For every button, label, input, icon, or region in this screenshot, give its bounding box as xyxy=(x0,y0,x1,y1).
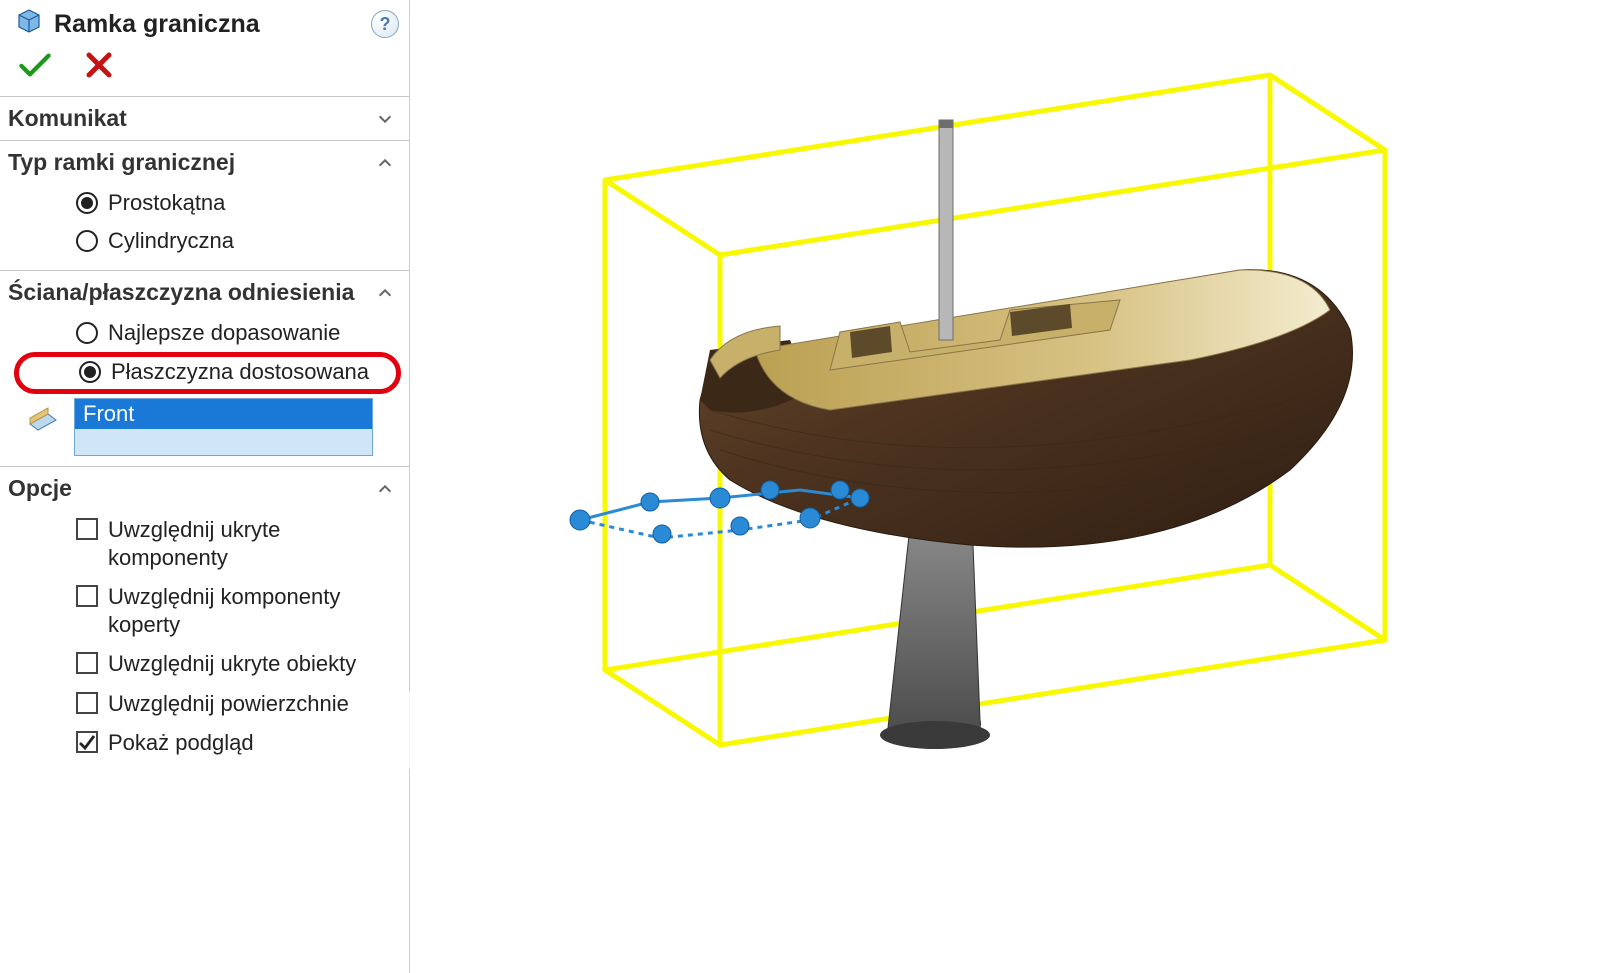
section-header-typ[interactable]: Typ ramki granicznej xyxy=(0,141,409,184)
section-title: Ściana/płaszczyzna odniesienia xyxy=(8,279,354,306)
checkbox-icon xyxy=(76,518,98,540)
checkbox-komponenty-koperty[interactable]: Uwzględnij komponenty koperty xyxy=(8,577,401,644)
chevron-up-icon xyxy=(375,153,395,173)
checkbox-label: Uwzględnij ukryte komponenty xyxy=(108,516,401,571)
radio-icon xyxy=(76,230,98,252)
reference-plane-selected[interactable]: Front xyxy=(75,399,372,429)
checkbox-icon xyxy=(76,652,98,674)
help-button[interactable]: ? xyxy=(371,10,399,38)
reference-plane-listbox[interactable]: Front xyxy=(74,398,373,456)
radio-icon xyxy=(76,322,98,344)
checkbox-label: Uwzględnij ukryte obiekty xyxy=(108,650,356,678)
checkbox-icon xyxy=(76,585,98,607)
radio-icon xyxy=(79,361,101,383)
section-header-sciana[interactable]: Ściana/płaszczyzna odniesienia xyxy=(0,271,409,314)
feature-icon xyxy=(14,6,44,42)
checkbox-powierzchnie[interactable]: Uwzględnij powierzchnie xyxy=(8,684,401,724)
chevron-up-icon xyxy=(375,479,395,499)
annotation-highlight-oval: Płaszczyzna dostosowana xyxy=(14,352,401,394)
section-typ: Typ ramki granicznej Prostokątna Cylindr… xyxy=(0,140,409,270)
checkbox-label: Uwzględnij komponenty koperty xyxy=(108,583,401,638)
radio-label: Płaszczyzna dostosowana xyxy=(111,359,369,385)
section-sciana: Ściana/płaszczyzna odniesienia Najlepsze… xyxy=(0,270,409,466)
section-opcje: Opcje Uwzględnij ukryte komponenty Uwzgl… xyxy=(0,466,409,773)
listbox-empty-row[interactable] xyxy=(75,429,372,455)
property-panel: Ramka graniczna ? Komunikat xyxy=(0,0,410,973)
chevron-up-icon xyxy=(375,283,395,303)
boat-mast xyxy=(939,120,953,340)
radio-icon xyxy=(76,192,98,214)
section-title: Typ ramki granicznej xyxy=(8,149,235,176)
confirm-cancel-row xyxy=(0,44,409,96)
radio-label: Prostokątna xyxy=(108,190,225,216)
panel-header: Ramka graniczna ? xyxy=(0,0,409,44)
ok-button[interactable] xyxy=(18,50,52,86)
section-title: Opcje xyxy=(8,475,72,502)
cancel-button[interactable] xyxy=(86,52,112,84)
checkbox-podglad[interactable]: Pokaż podgląd xyxy=(8,723,401,763)
radio-najlepsze[interactable]: Najlepsze dopasowanie xyxy=(8,314,401,352)
radio-cylindryczna[interactable]: Cylindryczna xyxy=(8,222,401,260)
checkbox-icon xyxy=(76,692,98,714)
checkbox-label: Uwzględnij powierzchnie xyxy=(108,690,349,718)
plane-icon xyxy=(26,402,60,436)
graphics-viewport[interactable] xyxy=(410,0,1617,973)
panel-title: Ramka graniczna xyxy=(54,10,361,39)
section-header-opcje[interactable]: Opcje xyxy=(0,467,409,510)
checkbox-ukryte-obiekty[interactable]: Uwzględnij ukryte obiekty xyxy=(8,644,401,684)
checkbox-ukryte-komponenty[interactable]: Uwzględnij ukryte komponenty xyxy=(8,510,401,577)
radio-label: Cylindryczna xyxy=(108,228,234,254)
chevron-down-icon xyxy=(375,109,395,129)
checkbox-icon xyxy=(76,731,98,753)
radio-label: Najlepsze dopasowanie xyxy=(108,320,340,346)
reference-plane-row: Front xyxy=(8,394,401,456)
section-komunikat: Komunikat xyxy=(0,96,409,140)
checkbox-label: Pokaż podgląd xyxy=(108,729,254,757)
section-title: Komunikat xyxy=(8,105,127,132)
radio-prostokatna[interactable]: Prostokątna xyxy=(8,184,401,222)
section-header-komunikat[interactable]: Komunikat xyxy=(0,97,409,140)
